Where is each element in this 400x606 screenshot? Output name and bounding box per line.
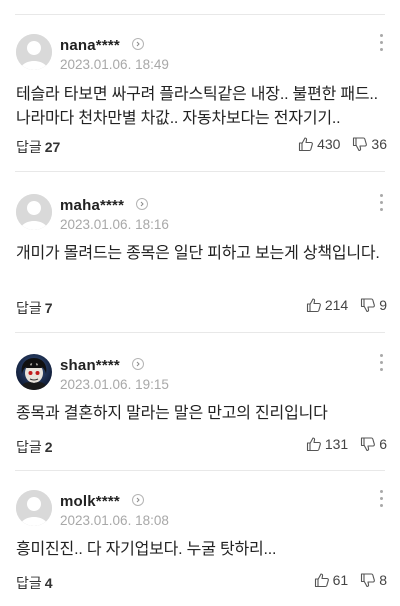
like-count: 430 xyxy=(317,136,341,152)
avatar[interactable] xyxy=(16,490,52,526)
like-count: 61 xyxy=(332,572,349,588)
like-button[interactable]: 214 xyxy=(306,297,348,313)
reply-count: 27 xyxy=(44,139,61,155)
username[interactable]: maha**** xyxy=(60,197,124,214)
thumbs-down-outline-icon xyxy=(361,437,376,452)
comment-line: 개미가 몰려드는 종목은 일단 피하고 보는게 상책입니다. xyxy=(16,245,380,262)
like-count: 214 xyxy=(324,297,349,313)
reply-label: 답글 xyxy=(16,575,42,591)
comment-line: 종목과 결혼하지 말라는 말은 만고의 진리입니다 xyxy=(16,405,328,422)
divider xyxy=(15,470,385,471)
comment-body: 테슬라 타보면 싸구려 플라스틱같은 내장.. 불편한 패드.. 나라마다 천차… xyxy=(16,83,388,131)
avatar[interactable] xyxy=(16,354,52,390)
comment-line: 테슬라 타보면 싸구려 플라스틱같은 내장.. 불편한 패드.. xyxy=(16,86,378,103)
chevron-right-circle-icon[interactable] xyxy=(132,38,144,50)
reply-button[interactable]: 답글 7 xyxy=(16,298,53,318)
reaction-bar: 131 6 xyxy=(294,436,387,452)
like-count: 131 xyxy=(324,436,349,452)
divider xyxy=(15,332,385,333)
comment-body: 흥미진진.. 다 자기업보다. 누굴 탓하리... xyxy=(16,538,388,562)
chevron-right-circle-icon[interactable] xyxy=(136,198,148,210)
thumbs-up-outline-icon xyxy=(299,137,313,152)
like-button[interactable]: 430 xyxy=(298,136,340,152)
reply-count: 2 xyxy=(44,439,53,455)
vertical-ellipsis-icon[interactable] xyxy=(378,354,384,374)
dislike-count: 36 xyxy=(371,136,387,152)
username[interactable]: shan**** xyxy=(60,357,120,374)
comment-body: 개미가 몰려드는 종목은 일단 피하고 보는게 상책입니다. xyxy=(16,242,388,266)
username[interactable]: nana**** xyxy=(60,37,120,54)
thumbs-down-outline-icon xyxy=(361,573,376,588)
reply-count: 7 xyxy=(44,300,53,316)
dislike-count: 6 xyxy=(379,436,387,452)
dislike-button[interactable]: 6 xyxy=(360,436,387,452)
reply-button[interactable]: 답글 2 xyxy=(16,437,53,457)
username[interactable]: molk**** xyxy=(60,493,120,510)
chevron-right-circle-icon[interactable] xyxy=(132,358,144,370)
comment-list: nana**** 2023.01.06. 18:49 테슬라 타보면 싸구려 플… xyxy=(0,0,400,606)
divider xyxy=(15,14,385,15)
thumbs-up-outline-icon xyxy=(314,573,329,588)
reply-button[interactable]: 답글 27 xyxy=(16,137,60,157)
dislike-button[interactable]: 8 xyxy=(360,572,387,588)
dislike-count: 8 xyxy=(379,572,387,588)
comment-date: 2023.01.06. 18:16 xyxy=(60,217,169,232)
thumbs-up-outline-icon xyxy=(306,437,321,452)
vertical-ellipsis-icon[interactable] xyxy=(378,34,384,54)
like-button[interactable]: 131 xyxy=(306,436,348,452)
reply-count: 4 xyxy=(44,575,53,591)
reply-button[interactable]: 답글 4 xyxy=(16,573,53,593)
comment-line: 나라마다 천차만별 차값.. 자동차보다는 전자기기.. xyxy=(16,110,341,127)
thumbs-down-outline-icon xyxy=(361,298,376,313)
comment-date: 2023.01.06. 19:15 xyxy=(60,377,169,392)
vertical-ellipsis-icon[interactable] xyxy=(378,490,384,510)
comment-date: 2023.01.06. 18:08 xyxy=(60,513,169,528)
reaction-bar: 430 36 xyxy=(286,136,387,152)
comment-line: 흥미진진.. 다 자기업보다. 누굴 탓하리... xyxy=(16,541,277,558)
avatar[interactable] xyxy=(16,194,52,230)
comment-date: 2023.01.06. 18:49 xyxy=(60,57,169,72)
like-button[interactable]: 61 xyxy=(314,572,349,588)
reaction-bar: 61 8 xyxy=(302,572,387,588)
reply-label: 답글 xyxy=(16,439,42,455)
reply-label: 답글 xyxy=(16,300,42,316)
thumbs-down-outline-icon xyxy=(353,137,368,152)
vertical-ellipsis-icon[interactable] xyxy=(378,194,384,214)
reaction-bar: 214 9 xyxy=(294,297,387,313)
dislike-count: 9 xyxy=(379,297,387,313)
dislike-button[interactable]: 9 xyxy=(360,297,387,313)
comment-body: 종목과 결혼하지 말라는 말은 만고의 진리입니다 xyxy=(16,402,388,426)
dislike-button[interactable]: 36 xyxy=(352,136,387,152)
thumbs-up-outline-icon xyxy=(306,298,321,313)
reply-label: 답글 xyxy=(16,139,42,155)
divider xyxy=(15,171,385,172)
avatar[interactable] xyxy=(16,34,52,70)
chevron-right-circle-icon[interactable] xyxy=(132,494,144,506)
